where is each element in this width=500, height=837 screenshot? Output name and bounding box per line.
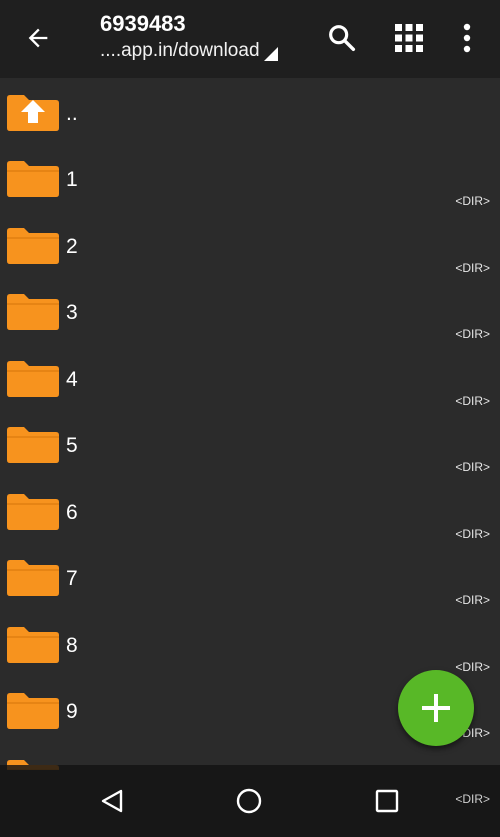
triangle-back-icon xyxy=(101,789,123,813)
title-block: 6939483 ....app.in/download xyxy=(100,10,320,64)
grid-view-button[interactable] xyxy=(389,18,429,58)
item-name: 9 xyxy=(66,700,78,723)
search-icon xyxy=(329,25,356,52)
item-type: <DIR> xyxy=(455,526,490,541)
folder-up-icon xyxy=(7,95,59,131)
list-item[interactable]: 1 <DIR> xyxy=(0,158,500,224)
item-type: <DIR> xyxy=(455,593,490,607)
item-name: 3 xyxy=(66,301,78,324)
item-name: 4 xyxy=(66,367,78,391)
plus-icon xyxy=(422,694,450,722)
list-item[interactable]: 2 <DIR> xyxy=(0,225,500,291)
square-recents-icon xyxy=(375,789,399,813)
item-name: .. xyxy=(66,102,78,125)
item-type: <DIR> xyxy=(455,659,490,674)
dropdown-triangle-icon xyxy=(263,47,278,61)
list-item[interactable]: 7 <DIR> xyxy=(0,557,500,623)
folder-icon xyxy=(7,493,59,530)
folder-icon xyxy=(7,560,59,596)
folder-icon xyxy=(7,626,59,663)
more-vertical-icon xyxy=(463,23,471,53)
arrow-left-icon xyxy=(28,28,48,48)
item-name: 8 xyxy=(66,633,78,657)
item-type: <DIR> xyxy=(455,393,490,408)
search-button[interactable] xyxy=(322,18,362,58)
list-item[interactable]: 4 <DIR> xyxy=(0,358,500,424)
item-type: <DIR> xyxy=(455,260,490,275)
item-name: 7 xyxy=(66,567,78,590)
list-item[interactable]: 5 <DIR> xyxy=(0,424,500,490)
folder-icon xyxy=(7,427,59,463)
grid-view-icon xyxy=(395,24,423,52)
nav-recents-button[interactable] xyxy=(369,783,405,819)
nav-home-button[interactable] xyxy=(231,783,267,819)
system-nav-bar: <DIR> xyxy=(0,765,500,837)
item-name: 1 xyxy=(66,168,78,191)
app-bar: 6939483 ....app.in/download xyxy=(0,0,500,78)
item-name: 5 xyxy=(66,434,78,457)
page-title: 6939483 xyxy=(100,11,186,36)
file-list: .. 1 <DIR> 2 <DIR> 3 <DIR> 4 <DIR> 5 <DIR> 6 <DIR> 7… xyxy=(0,78,500,770)
list-item[interactable]: 3 <DIR> xyxy=(0,291,500,357)
path-dropdown[interactable]: ....app.in/download xyxy=(100,38,320,64)
folder-icon xyxy=(7,360,59,397)
folder-icon xyxy=(7,693,59,729)
folder-icon xyxy=(7,227,59,264)
folder-icon xyxy=(7,294,59,330)
item-type: <DIR> xyxy=(455,194,490,208)
item-type: <DIR> xyxy=(455,327,490,341)
item-name: 2 xyxy=(66,234,78,258)
more-options-button[interactable] xyxy=(447,18,487,58)
nav-back-button[interactable] xyxy=(94,783,130,819)
back-button[interactable] xyxy=(18,18,58,58)
list-item[interactable]: 6 <DIR> xyxy=(0,491,500,557)
item-name: 6 xyxy=(66,500,78,524)
list-item-parent[interactable]: .. xyxy=(0,92,500,158)
add-button[interactable] xyxy=(398,670,474,746)
path-label: ....app.in/download xyxy=(100,40,260,61)
folder-icon xyxy=(7,161,59,197)
circle-home-icon xyxy=(236,788,262,814)
item-type: <DIR> xyxy=(455,460,490,474)
dir-label-partial: <DIR> xyxy=(455,792,490,806)
